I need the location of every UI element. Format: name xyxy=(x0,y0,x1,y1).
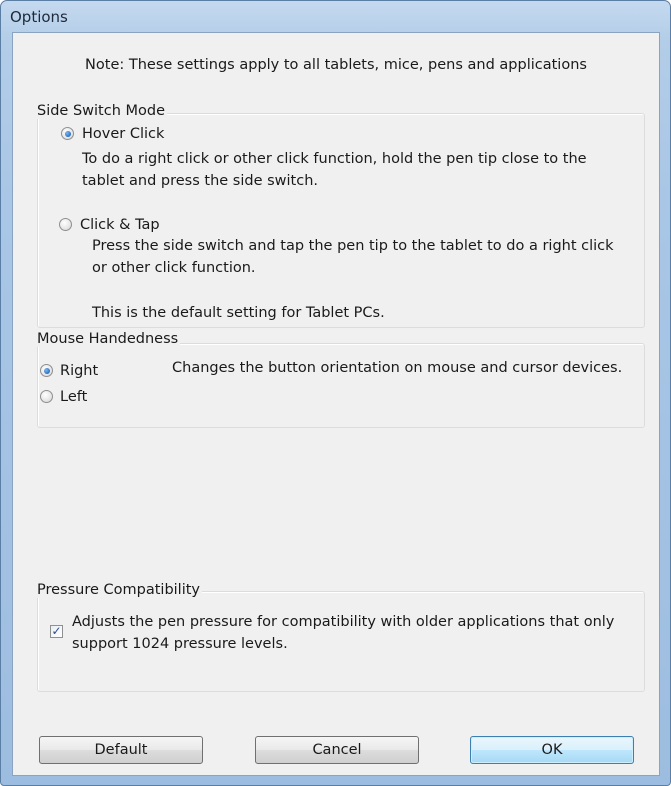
window-title: Options xyxy=(10,8,68,26)
click-tap-label[interactable]: Click & Tap xyxy=(80,214,160,236)
hover-click-radio-circle[interactable] xyxy=(61,127,74,140)
dialog-client-area: Note: These settings apply to all tablet… xyxy=(12,32,660,776)
ok-button[interactable]: OK xyxy=(470,736,634,764)
hover-click-radio[interactable]: Hover Click xyxy=(61,123,361,145)
handedness-right-label[interactable]: Right xyxy=(60,360,98,382)
handedness-right-radio[interactable]: Right xyxy=(40,360,130,382)
click-tap-radio-circle[interactable] xyxy=(59,218,72,231)
hover-click-description-line2: tablet and press the side switch. xyxy=(82,173,319,189)
tablet-pc-default-note: This is the default setting for Tablet P… xyxy=(92,305,385,321)
click-tap-radio[interactable]: Click & Tap xyxy=(59,214,359,236)
side-switch-mode-label: Side Switch Mode xyxy=(35,103,168,119)
handedness-left-radio[interactable]: Left xyxy=(40,386,130,408)
handedness-description: Changes the button orientation on mouse … xyxy=(172,360,623,376)
cancel-button[interactable]: Cancel xyxy=(255,736,419,764)
pressure-compatibility-checkbox[interactable]: ✓ xyxy=(50,625,63,638)
handedness-left-label[interactable]: Left xyxy=(60,386,87,408)
options-window: Options Note: These settings apply to al… xyxy=(0,0,671,786)
click-tap-description-line1: Press the side switch and tap the pen ti… xyxy=(92,238,614,254)
handedness-left-radio-circle[interactable] xyxy=(40,390,53,403)
default-button[interactable]: Default xyxy=(39,736,203,764)
title-bar[interactable]: Options xyxy=(1,1,670,33)
click-tap-description-line2: or other click function. xyxy=(92,260,256,276)
handedness-right-radio-circle[interactable] xyxy=(40,364,53,377)
pressure-compatibility-label: Pressure Compatibility xyxy=(35,582,203,598)
hover-click-label[interactable]: Hover Click xyxy=(82,123,164,145)
hover-click-description-line1: To do a right click or other click funct… xyxy=(82,151,587,167)
settings-note: Note: These settings apply to all tablet… xyxy=(85,57,587,73)
pressure-description-line2[interactable]: support 1024 pressure levels. xyxy=(72,633,288,655)
pressure-description-line1[interactable]: Adjusts the pen pressure for compatibili… xyxy=(72,611,614,633)
mouse-handedness-label: Mouse Handedness xyxy=(35,331,181,347)
